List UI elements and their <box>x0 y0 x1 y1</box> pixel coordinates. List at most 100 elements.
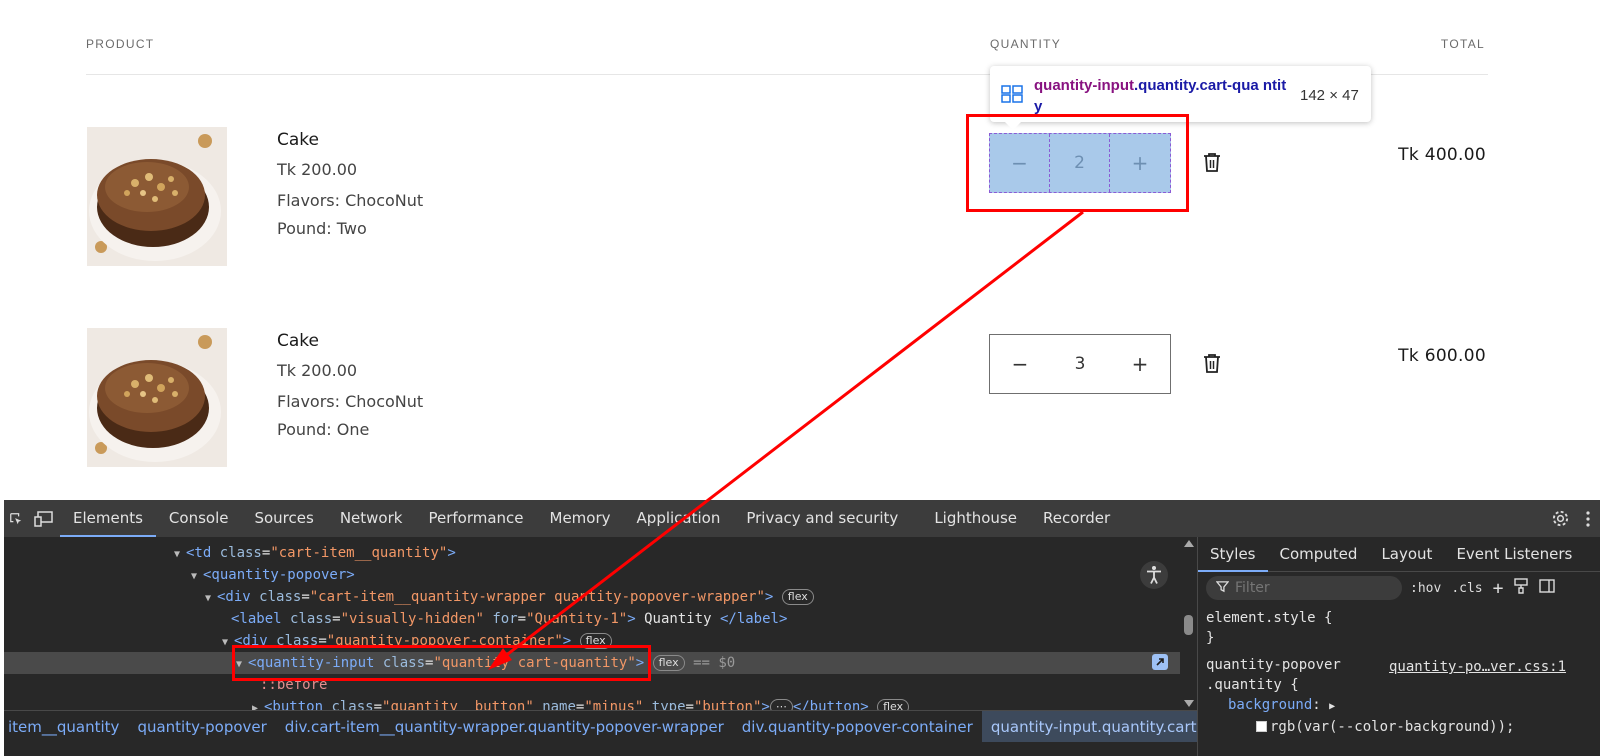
selected-node-ref: == $0 <box>693 655 736 671</box>
devtools-tabbar: Elements Console Sources Network Perform… <box>4 500 1600 537</box>
trash-icon[interactable] <box>1203 353 1221 373</box>
item-flavor: Flavors: ChocoNut <box>277 392 424 411</box>
collapse-triangle-icon[interactable]: ▼ <box>236 654 248 676</box>
class-toggle[interactable]: .cls <box>1451 581 1482 596</box>
tab-recorder[interactable]: Recorder <box>1030 500 1123 537</box>
tab-lighthouse[interactable]: Lighthouse <box>921 500 1030 537</box>
ellipsis-badge[interactable]: ⋯ <box>769 699 793 710</box>
device-toggle-icon[interactable] <box>28 500 60 537</box>
tab-console[interactable]: Console <box>156 500 242 537</box>
quantity-input[interactable]: − 2 + <box>989 133 1171 193</box>
inspect-element-icon[interactable] <box>4 500 28 537</box>
tab-memory[interactable]: Memory <box>537 500 624 537</box>
item-name[interactable]: Cake <box>277 331 423 351</box>
style-property[interactable]: background: ▶ <box>1206 695 1600 717</box>
dom-node-quantity-popover[interactable]: ▼ <quantity-popover> <box>4 564 1180 586</box>
dom-pseudo: ::before <box>260 677 328 693</box>
tab-application[interactable]: Application <box>624 500 734 537</box>
breadcrumb-item[interactable]: div.cart-item__quantity-wrapper.quantity… <box>276 711 733 742</box>
dom-text-node: Quantity <box>635 611 720 627</box>
quantity-minus-button[interactable]: − <box>990 335 1050 393</box>
total-column-header: TOTAL <box>1440 37 1485 51</box>
tooltip-tag: quantity-input <box>1034 77 1134 94</box>
tab-network[interactable]: Network <box>327 500 416 537</box>
property-value[interactable]: rgb(var(--color-background)); <box>1270 719 1514 735</box>
styles-toolbar: :hov .cls + <box>1410 578 1556 599</box>
flex-badge[interactable]: flex <box>877 699 910 710</box>
cart-item-details: Cake Tk 200.00 Flavors: ChocoNut Pound: … <box>277 331 423 448</box>
dom-node-button[interactable]: ▶ <button class="quantity__button" name="… <box>4 696 1180 710</box>
breadcrumb-item[interactable]: quantity-popover <box>128 711 275 742</box>
quantity-input[interactable]: − 3 + <box>989 334 1171 394</box>
dom-attr-name: class <box>382 655 426 671</box>
dom-tag-end: > <box>562 633 572 649</box>
expand-triangle-icon[interactable]: ▶ <box>1329 701 1335 712</box>
layout-grid-icon <box>1001 85 1023 103</box>
reveal-node-icon[interactable] <box>1151 653 1169 675</box>
quantity-value[interactable]: 2 <box>1050 134 1110 192</box>
item-pound: Pound: One <box>277 420 370 439</box>
flex-badge[interactable]: flex <box>579 633 612 649</box>
paint-bucket-icon[interactable] <box>1513 578 1529 598</box>
dom-node-div-container[interactable]: ▼ <div class="quantity-popover-container"… <box>4 630 1180 652</box>
quantity-minus-button[interactable]: − <box>990 134 1050 192</box>
hover-state-toggle[interactable]: :hov <box>1410 581 1441 596</box>
tab-computed[interactable]: Computed <box>1268 537 1370 572</box>
trash-icon[interactable] <box>1203 152 1221 172</box>
dom-node-div-wrapper[interactable]: ▼ <div class="cart-item__quantity-wrapper… <box>4 586 1180 608</box>
dom-tree-scrollbar[interactable] <box>1180 537 1198 710</box>
dom-attr-name: class <box>290 611 333 627</box>
tab-performance[interactable]: Performance <box>415 500 536 537</box>
flex-badge[interactable]: flex <box>652 655 685 671</box>
flex-badge[interactable]: flex <box>781 589 814 605</box>
tab-layout[interactable]: Layout <box>1369 537 1444 572</box>
collapse-triangle-icon[interactable]: ▼ <box>205 588 217 610</box>
style-source-link[interactable]: quantity-po…ver.css:1 <box>1389 657 1566 677</box>
quantity-plus-button[interactable]: + <box>1110 134 1170 192</box>
product-thumbnail-cake[interactable] <box>87 328 227 467</box>
quantity-plus-button[interactable]: + <box>1110 335 1170 393</box>
color-swatch-icon[interactable] <box>1256 721 1267 732</box>
styles-pane: Styles Computed Layout Event Listeners :… <box>1197 537 1600 756</box>
dom-attr-value: "cart-item__quantity" <box>270 545 448 561</box>
tab-sources[interactable]: Sources <box>241 500 326 537</box>
collapse-triangle-icon[interactable]: ▼ <box>222 632 234 654</box>
element-style-selector[interactable]: element.style { <box>1206 608 1600 628</box>
dom-tag: <label <box>231 611 291 627</box>
tab-privacy-security[interactable]: Privacy and security <box>733 500 911 537</box>
product-thumbnail-cake[interactable] <box>87 127 227 266</box>
expand-triangle-icon[interactable]: ▶ <box>252 698 264 710</box>
tab-styles[interactable]: Styles <box>1198 537 1268 572</box>
dom-tag: <div <box>217 589 260 605</box>
settings-gear-icon[interactable] <box>1544 500 1576 537</box>
dom-tag: <td <box>186 545 220 561</box>
add-rule-icon[interactable]: + <box>1493 578 1504 599</box>
sidebar-toggle-icon[interactable] <box>1539 578 1556 598</box>
item-name[interactable]: Cake <box>277 130 423 150</box>
dom-attr-name: type <box>651 699 686 710</box>
accessibility-icon[interactable] <box>1140 561 1168 593</box>
collapse-triangle-icon[interactable]: ▼ <box>174 544 186 566</box>
quantity-value[interactable]: 3 <box>1050 354 1110 374</box>
rule-selector[interactable]: .quantity { <box>1206 675 1600 695</box>
more-options-icon[interactable] <box>1576 500 1600 537</box>
collapse-triangle-icon[interactable]: ▼ <box>191 566 203 588</box>
breadcrumb-item[interactable]: div.quantity-popover-container <box>733 711 982 742</box>
filter-field[interactable] <box>1206 576 1402 600</box>
dom-node-before[interactable]: ::before <box>4 674 1180 696</box>
tab-event-listeners[interactable]: Event Listeners <box>1444 537 1584 572</box>
line-total: Tk 400.00 <box>1398 145 1486 165</box>
dom-node-quantity-input-selected[interactable]: ▼ <quantity-input class="quantity cart-qu… <box>4 652 1180 674</box>
cart-item-details: Cake Tk 200.00 Flavors: ChocoNut Pound: … <box>277 130 423 247</box>
dom-node-td[interactable]: ▼ <td class="cart-item__quantity"> <box>4 542 1180 564</box>
dom-attr-name: name <box>542 699 576 710</box>
dom-tag-end: > <box>761 699 770 710</box>
tab-elements[interactable]: Elements <box>60 500 156 537</box>
breadcrumb-item-active[interactable]: quantity-input.quantity.cart-quantity <box>981 711 1200 742</box>
style-property-value[interactable]: rgb(var(--color-background)); <box>1206 717 1600 737</box>
breadcrumb-item[interactable]: item__quantity <box>4 711 128 742</box>
property-name[interactable]: background <box>1228 697 1312 713</box>
dom-node-label[interactable]: <label class="visually-hidden" for="Quan… <box>4 608 1180 630</box>
tooltip-arrow <box>1004 121 1022 130</box>
styles-filter-input[interactable] <box>1235 580 1385 596</box>
